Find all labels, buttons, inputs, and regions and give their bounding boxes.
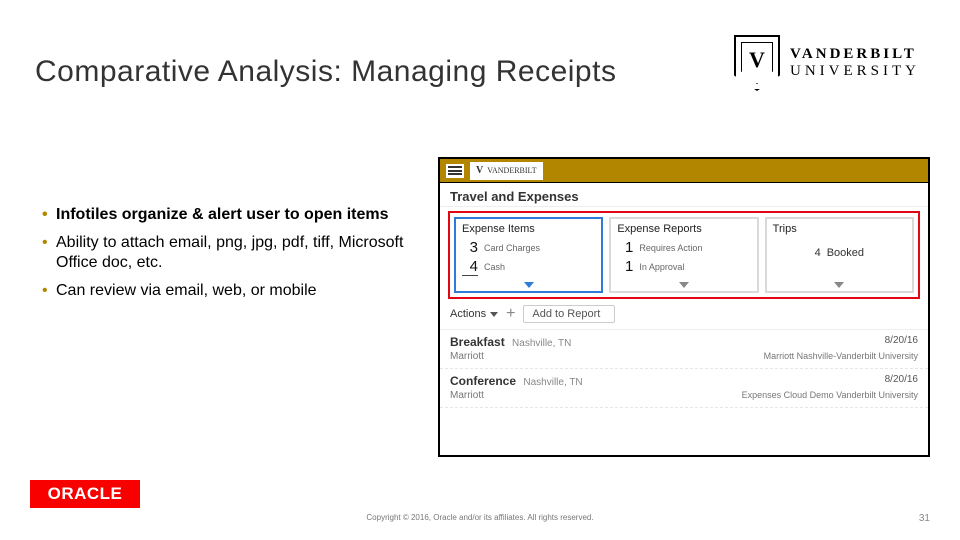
entry-date: 8/20/16 (885, 335, 918, 349)
tile-label: Cash (484, 262, 505, 272)
tile-title: Expense Reports (617, 223, 750, 235)
tile-title: Expense Items (462, 223, 595, 235)
slide: Comparative Analysis: Managing Receipts … (0, 0, 960, 540)
page-number: 31 (919, 513, 930, 524)
bullet-item: Infotiles organize & alert user to open … (42, 205, 422, 225)
infotile-row: Expense Items 3 Card Charges 4 Cash Expe… (454, 217, 914, 293)
tile-row: 1 In Approval (617, 258, 750, 275)
entry-name: Conference Nashville, TN (450, 374, 583, 388)
add-to-report-menu[interactable]: Add to Report (523, 305, 615, 323)
bullet-list: Infotiles organize & alert user to open … (42, 205, 422, 309)
entry-name-text: Breakfast (450, 335, 505, 349)
tile-row: 4 Booked (815, 247, 864, 259)
tile-count: 3 (462, 239, 478, 256)
entry-vendor: Marriott (450, 351, 484, 362)
app-titlebar: V VANDERBILT (440, 159, 928, 183)
copyright-text: Copyright © 2016, Oracle and/or its affi… (366, 513, 593, 522)
entry-date: 8/20/16 (885, 374, 918, 388)
tile-row: 3 Card Charges (462, 239, 595, 256)
entry-location: Nashville, TN (512, 338, 571, 349)
oracle-logo: ORACLE (30, 480, 140, 508)
hamburger-icon[interactable] (446, 164, 464, 178)
vanderbilt-wordmark: VANDERBILT UNIVERSITY (790, 46, 920, 80)
bullet-item: Ability to attach email, png, jpg, pdf, … (42, 233, 422, 273)
wordmark-top: VANDERBILT (790, 46, 920, 63)
expense-entry[interactable]: Conference Nashville, TN 8/20/16 Marriot… (440, 369, 928, 408)
entry-vendor: Marriott (450, 390, 484, 401)
caret-down-icon (490, 312, 498, 317)
entry-name: Breakfast Nashville, TN (450, 335, 571, 349)
tile-count: 4 (462, 258, 478, 276)
section-title: Travel and Expenses (440, 183, 928, 207)
actions-bar: Actions + Add to Report (440, 299, 928, 330)
wordmark-bottom: UNIVERSITY (790, 63, 920, 80)
tile-row: 4 Cash (462, 258, 595, 276)
mini-shield-icon: V (476, 165, 483, 176)
tile-label: Card Charges (484, 243, 540, 253)
add-to-report-label: Add to Report (532, 308, 600, 320)
tile-expense-items[interactable]: Expense Items 3 Card Charges 4 Cash (454, 217, 603, 293)
tile-title: Trips (773, 223, 906, 235)
app-logo: V VANDERBILT (470, 162, 543, 180)
tile-label: In Approval (639, 262, 684, 272)
tile-label: Booked (827, 247, 864, 259)
shield-icon: V (734, 35, 780, 91)
tile-trips[interactable]: Trips 4 Booked (765, 217, 914, 293)
entry-account: Expenses Cloud Demo Vanderbilt Universit… (742, 390, 918, 401)
entry-location: Nashville, TN (523, 377, 582, 388)
chevron-down-icon (834, 282, 844, 288)
entry-account: Marriott Nashville-Vanderbilt University (764, 351, 918, 362)
shield-letter: V (749, 49, 765, 71)
vanderbilt-logo: V VANDERBILT UNIVERSITY (734, 35, 920, 91)
tile-row: 1 Requires Action (617, 239, 750, 256)
mini-wordmark: VANDERBILT (487, 166, 536, 175)
tile-expense-reports[interactable]: Expense Reports 1 Requires Action 1 In A… (609, 217, 758, 293)
chevron-down-icon (679, 282, 689, 288)
infotile-highlight: Expense Items 3 Card Charges 4 Cash Expe… (448, 211, 920, 299)
actions-menu[interactable]: Actions (450, 308, 498, 320)
tile-count: 1 (617, 258, 633, 275)
chevron-down-icon (524, 282, 534, 288)
app-screenshot: V VANDERBILT Travel and Expenses Expense… (438, 157, 930, 457)
entry-name-text: Conference (450, 374, 516, 388)
tile-count: 1 (617, 239, 633, 256)
add-button[interactable]: + (506, 306, 515, 322)
expense-entry[interactable]: Breakfast Nashville, TN 8/20/16 Marriott… (440, 330, 928, 369)
actions-label: Actions (450, 308, 486, 320)
tile-count: 4 (815, 247, 821, 259)
page-title: Comparative Analysis: Managing Receipts (35, 55, 616, 89)
tile-label: Requires Action (639, 243, 702, 253)
bullet-item: Can review via email, web, or mobile (42, 281, 422, 301)
